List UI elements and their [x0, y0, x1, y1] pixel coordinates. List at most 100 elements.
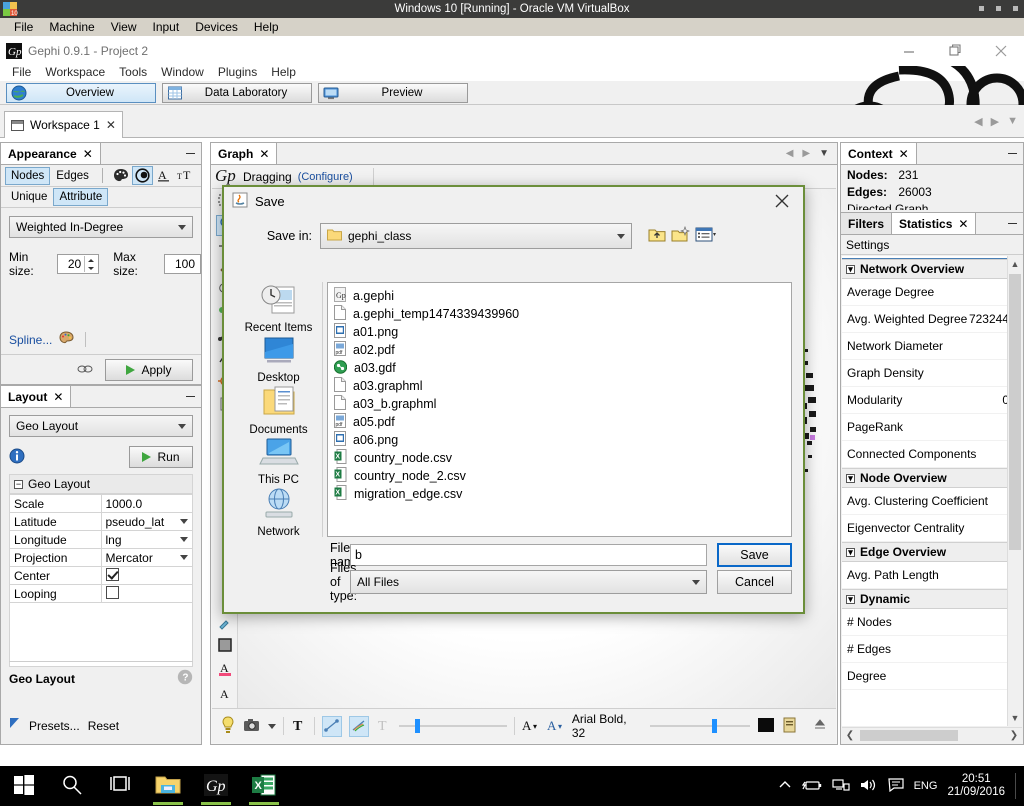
mode-button-preview[interactable]: Preview [318, 82, 468, 103]
excel-taskbar-button[interactable]: X [240, 766, 288, 806]
gephi-menu-window[interactable]: Window [154, 65, 211, 79]
stat-item-network-diameter[interactable]: Network Diameter [842, 333, 1022, 360]
close-button[interactable] [978, 36, 1024, 65]
close-icon[interactable]: ✕ [53, 390, 63, 404]
label-font-value[interactable]: Arial Bold, 32 [572, 712, 643, 740]
stat-item-avg-clustering-coefficient[interactable]: Avg. Clustering Coefficient [842, 488, 1022, 515]
vbox-menu-file[interactable]: File [6, 20, 41, 34]
tab-statistics[interactable]: Statistics ✕ [892, 213, 977, 235]
table-row[interactable]: Scale 1000.0 [9, 494, 193, 513]
stat-item-degree[interactable]: Degree [842, 663, 1022, 690]
stat-item-avg-path-length[interactable]: Avg. Path Length [842, 562, 1022, 589]
workspace-tab-1[interactable]: Workspace 1 ✕ [4, 111, 123, 138]
screenshot-icon[interactable] [243, 718, 261, 735]
new-folder-icon[interactable] [671, 225, 691, 246]
prop-value-center-cell[interactable] [100, 566, 193, 585]
label-color-swatch[interactable] [757, 717, 775, 736]
gephi-menu-plugins[interactable]: Plugins [211, 65, 264, 79]
file-list[interactable]: Gp a.gephi a.gephi_temp1474339439960 a01… [327, 282, 792, 537]
collapse-icon[interactable]: ▾ [846, 264, 855, 274]
gephi-menu-help[interactable]: Help [264, 65, 303, 79]
file-row-a01-png[interactable]: a01.png [331, 323, 788, 341]
scrollbar-thumb[interactable] [860, 730, 958, 741]
scroll-right-icon[interactable]: ❯ [1006, 728, 1022, 743]
prop-value-looping-cell[interactable] [100, 584, 193, 603]
network-icon[interactable] [831, 778, 850, 795]
files-of-type-select[interactable]: All Files [350, 570, 707, 594]
label-size-slider[interactable] [650, 719, 751, 733]
appearance-target-edges[interactable]: Edges [50, 167, 95, 185]
taskbar-clock[interactable]: 20:51 21/09/2016 [947, 773, 1005, 799]
view-list-icon[interactable] [695, 226, 717, 246]
up-folder-icon[interactable] [648, 226, 666, 246]
file-row-country-node-csv[interactable]: X country_node.csv [331, 449, 788, 467]
increase-font-icon[interactable]: A ▾ [547, 717, 565, 736]
stat-item-average-degree[interactable]: Average Degree [842, 279, 1022, 306]
virtualbox-menubar[interactable]: File Machine View Input Devices Help [0, 18, 1024, 36]
close-icon[interactable]: ✕ [259, 147, 269, 161]
minimize-panel-button[interactable] [1001, 143, 1023, 165]
file-row-a-gephi-temp[interactable]: a.gephi_temp1474339439960 [331, 305, 788, 323]
vbox-menu-help[interactable]: Help [246, 20, 287, 34]
table-row[interactable]: Projection Mercator [9, 548, 193, 567]
vbox-menu-machine[interactable]: Machine [41, 20, 102, 34]
stat-group-node-overview[interactable]: ▾ Node Overview [842, 468, 1022, 488]
maximize-button[interactable] [932, 36, 978, 65]
scroll-left-icon[interactable]: ❮ [842, 728, 858, 743]
stat-item-modularity[interactable]: Modularity 0.5 [842, 387, 1022, 414]
help-icon[interactable]: ? [177, 669, 193, 688]
minimize-panel-button[interactable] [179, 143, 201, 165]
close-icon[interactable]: ✕ [958, 217, 968, 231]
scroll-up-icon[interactable]: ▲ [1008, 256, 1022, 272]
statistics-horizontal-scrollbar[interactable]: ❮ ❯ [842, 727, 1022, 743]
vbox-menu-view[interactable]: View [103, 20, 145, 34]
stat-group-network-overview[interactable]: ▾ Network Overview [842, 259, 1022, 279]
close-icon[interactable]: ✕ [106, 118, 116, 132]
search-button[interactable] [48, 766, 96, 806]
volume-icon[interactable] [860, 778, 878, 795]
table-row[interactable]: Longitude lng [9, 530, 193, 549]
file-row-a-gephi[interactable]: Gp a.gephi [331, 287, 788, 305]
close-icon[interactable]: ✕ [83, 147, 93, 161]
chevron-down-icon[interactable] [268, 723, 276, 729]
place-desktop[interactable]: Desktop [235, 334, 323, 384]
label-font-icon[interactable]: A [217, 685, 233, 704]
attribute-select[interactable]: Weighted In-Degree [9, 216, 193, 238]
file-row-a06-png[interactable]: a06.png [331, 431, 788, 449]
gephi-menubar[interactable]: File Workspace Tools Window Plugins Help [0, 62, 1024, 81]
edge-color-source-icon[interactable] [322, 715, 342, 737]
show-node-labels-icon[interactable]: T [291, 717, 307, 736]
table-row[interactable]: Latitude pseudo_lat [9, 512, 193, 531]
presets-button[interactable]: Presets... [29, 719, 80, 733]
collapse-icon[interactable]: ▾ [846, 473, 855, 483]
tab-graph[interactable]: Graph ✕ [211, 143, 278, 165]
vbox-menu-input[interactable]: Input [145, 20, 188, 34]
layout-select[interactable]: Geo Layout [9, 415, 193, 437]
file-row-a05-pdf[interactable]: pdf a05.pdf [331, 413, 788, 431]
max-size-stepper[interactable]: 100 [164, 254, 201, 274]
scrollbar-thumb[interactable] [1009, 274, 1021, 550]
gephi-window-controls[interactable] [886, 36, 1024, 65]
stat-item-eigenvector-centrality[interactable]: Eigenvector Centrality [842, 515, 1022, 542]
place-recent-items[interactable]: Recent Items [235, 282, 323, 334]
collapse-icon[interactable]: − [14, 479, 23, 489]
chevron-down-icon[interactable]: ▼ [819, 148, 829, 159]
collapse-icon[interactable]: ▾ [846, 594, 855, 604]
graph-configure-link[interactable]: (Configure) [298, 171, 353, 183]
close-icon[interactable]: ✕ [899, 147, 909, 161]
appearance-partition-unique[interactable]: Unique [5, 188, 53, 206]
chevron-down-icon[interactable]: ▼ [1007, 115, 1018, 128]
place-network[interactable]: Network [235, 486, 323, 538]
gephi-menu-tools[interactable]: Tools [112, 65, 154, 79]
stat-item-pagerank[interactable]: PageRank [842, 414, 1022, 441]
label-settings-icon[interactable] [782, 717, 798, 736]
palette-icon[interactable] [110, 166, 132, 185]
stat-group-edge-overview[interactable]: ▾ Edge Overview [842, 542, 1022, 562]
file-row-a03-gdf[interactable]: a03.gdf [331, 359, 788, 377]
spline-link[interactable]: Spline... [9, 333, 52, 347]
prop-value-scale[interactable]: 1000.0 [100, 494, 193, 513]
mode-button-data-laboratory[interactable]: Data Laboratory [162, 82, 312, 103]
collapse-icon[interactable]: ▾ [846, 547, 855, 557]
stepper-arrows[interactable] [84, 256, 96, 272]
appearance-partition-attribute[interactable]: Attribute [53, 188, 109, 206]
